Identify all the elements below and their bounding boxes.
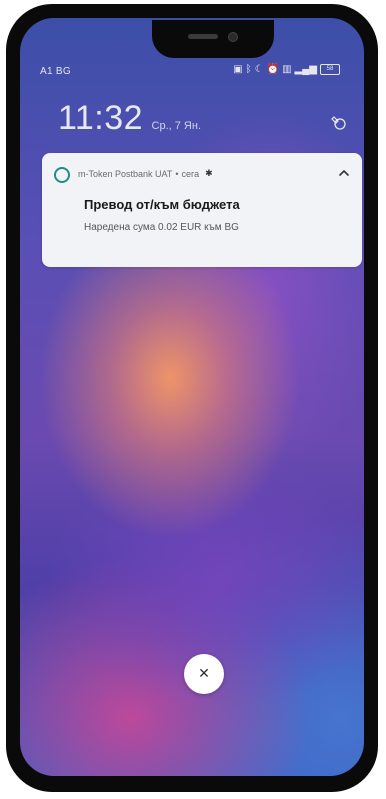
notification-title: Превод от/към бюджета [84, 197, 240, 212]
app-name: m-Token Postbank UAT [78, 168, 173, 179]
camera-icon [228, 32, 238, 42]
clock-row: 11:32 Ср., 7 Ян. [58, 99, 201, 138]
edit-theme-icon[interactable] [330, 114, 348, 132]
time-ago: сега [181, 168, 200, 179]
header-separator: • [175, 168, 179, 179]
collapse-button[interactable] [334, 163, 354, 183]
status-icons: ▣ ᛒ ☾ ⏰ ▥ ▂▄▆ 58 [233, 64, 340, 75]
chevron-up-icon [339, 170, 349, 176]
notification-card[interactable]: m-Token Postbank UAT • сега ✱ Превод от/… [42, 153, 362, 267]
alarm-icon: ⏰ [266, 64, 280, 75]
app-icon [54, 167, 70, 183]
bug-icon: ✱ [205, 168, 213, 178]
date-label: Ср., 7 Ян. [151, 120, 201, 132]
nfc-icon: ▣ [233, 64, 243, 75]
notch [152, 20, 274, 58]
bluetooth-icon: ᛒ [245, 64, 252, 75]
close-icon: ✕ [198, 666, 210, 682]
notification-body: Наредена сума 0.02 EUR към BG [84, 222, 239, 233]
speaker [188, 34, 218, 39]
status-bar: A1 BG ▣ ᛒ ☾ ⏰ ▥ ▂▄▆ 58 [40, 64, 346, 82]
clock: 11:32 [58, 99, 144, 137]
dismiss-button[interactable]: ✕ [184, 654, 224, 694]
vibrate-icon: ▥ [282, 64, 292, 75]
signal-icon: ▂▄▆ [294, 64, 317, 75]
carrier-label: A1 BG [40, 66, 71, 77]
battery-icon: 58 [320, 64, 340, 75]
notification-header: m-Token Postbank UAT • сега ✱ [78, 168, 213, 179]
moon-icon: ☾ [254, 64, 264, 75]
